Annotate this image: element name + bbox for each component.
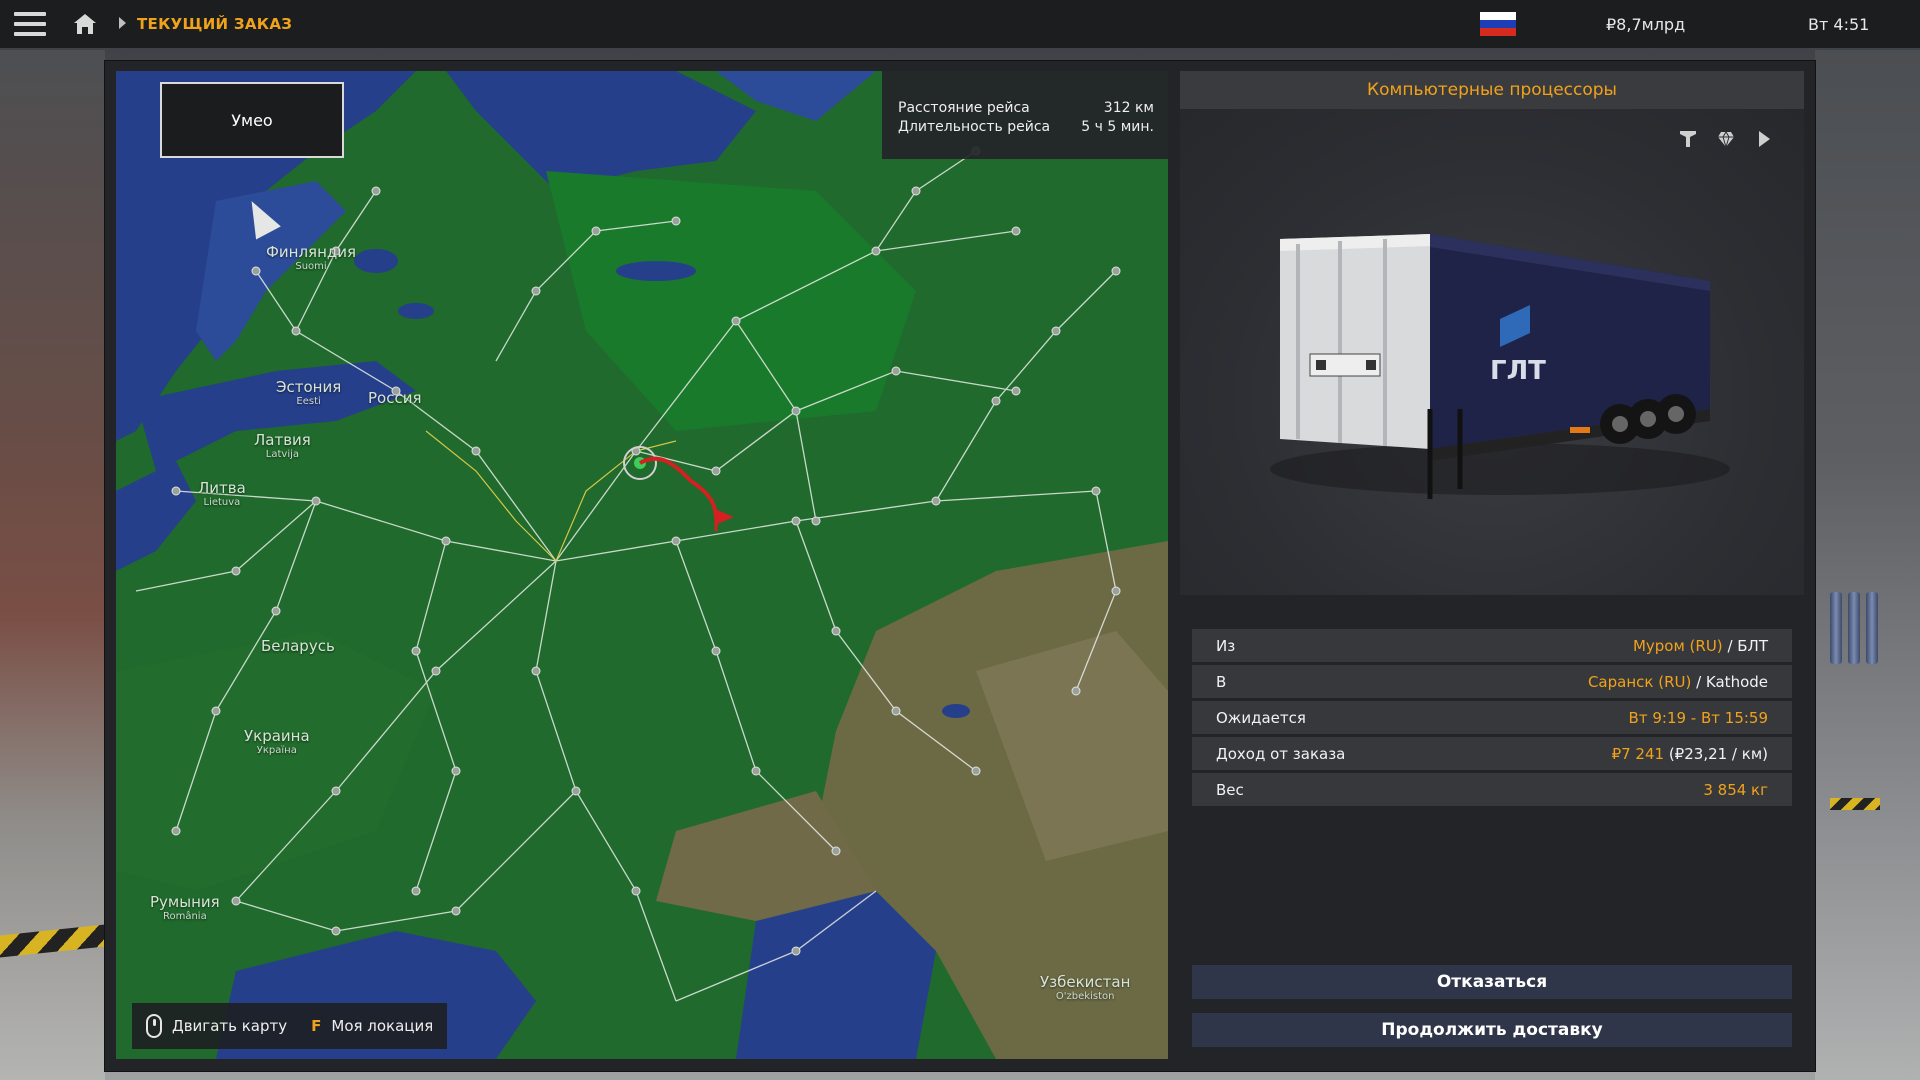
detail-value: ₽7 241 (₽23,21 / км) [1611, 744, 1768, 763]
map-label-russia: Россия [368, 389, 422, 407]
game-clock: Вт 4:51 [1808, 15, 1870, 34]
home-icon[interactable] [72, 12, 98, 36]
trip-info-panel: Расстояние рейса 312 км Длительность рейс… [882, 71, 1168, 159]
detail-value: Вт 9:19 - Вт 15:59 [1628, 708, 1768, 727]
detail-value: Саранск (RU) / Kathode [1587, 672, 1768, 691]
trailer-brand-text: ГЛТ [1490, 356, 1546, 386]
cancel-job-button[interactable]: Отказаться [1192, 965, 1792, 999]
detail-value: Муром (RU) / БЛТ [1632, 636, 1768, 655]
map-label-lithuania: Литва Lietuva [198, 479, 246, 508]
cargo-value-icon[interactable] [1716, 129, 1736, 149]
map-hints-bar: Двигать карту F Моя локация [132, 1003, 448, 1049]
gas-cylinder [1848, 592, 1860, 664]
job-details: Из Муром (RU) / БЛТ В Саранск (RU) / Kat… [1192, 629, 1792, 809]
trailer-model: ГЛТ [1270, 234, 1730, 499]
detail-label: В [1216, 672, 1227, 691]
map-label-belarus: Беларусь [261, 637, 335, 655]
map-label-ukraine: Украина Україна [244, 727, 310, 756]
detail-row-weight: Вес 3 854 кг [1192, 773, 1792, 806]
detail-row-income: Доход от заказа ₽7 241 (₽23,21 / км) [1192, 737, 1792, 770]
detail-label: Ожидается [1216, 708, 1306, 727]
detail-value: 3 854 кг [1703, 780, 1768, 799]
map-location-button[interactable]: Умео [160, 82, 344, 158]
route-map[interactable]: Финляндия Suomi Эстония Eesti Латвия Latvij… [116, 71, 1168, 1059]
move-map-hint[interactable]: Двигать карту [172, 1017, 287, 1035]
mouse-icon [146, 1014, 162, 1038]
trailer-type-icon[interactable] [1678, 129, 1698, 149]
play-icon[interactable] [1754, 129, 1774, 149]
garage-wall-right [1815, 50, 1920, 1080]
hazard-stripe [1830, 798, 1880, 810]
breadcrumb-arrow-icon [119, 17, 126, 29]
map-label-romania: Румыния România [150, 893, 220, 922]
detail-label: Вес [1216, 780, 1244, 799]
distance-value: 312 км [1103, 100, 1154, 116]
detail-row-expected: Ожидается Вт 9:19 - Вт 15:59 [1192, 701, 1792, 734]
detail-row-origin: Из Муром (RU) / БЛТ [1192, 629, 1792, 662]
key-f-hint: F [311, 1017, 322, 1035]
preview-controls [1678, 129, 1774, 149]
russia-flag-icon [1480, 12, 1516, 36]
detail-label: Доход от заказа [1216, 744, 1346, 763]
detail-row-destination: В Саранск (RU) / Kathode [1192, 665, 1792, 698]
top-bar: ТЕКУЩИЙ ЗАКАЗ ₽8,7млрд Вт 4:51 [0, 0, 1920, 48]
gas-cylinder [1866, 592, 1878, 664]
gas-cylinder [1830, 592, 1842, 664]
breadcrumb[interactable]: ТЕКУЩИЙ ЗАКАЗ [137, 15, 292, 33]
my-location-hint[interactable]: Моя локация [331, 1017, 433, 1035]
duration-label: Длительность рейса [898, 119, 1051, 135]
continue-delivery-button[interactable]: Продолжить доставку [1192, 1013, 1792, 1047]
duration-value: 5 ч 5 мин. [1081, 119, 1154, 135]
cargo-title: Компьютерные процессоры [1180, 71, 1804, 109]
menu-icon[interactable] [14, 12, 46, 36]
distance-label: Расстояние рейса [898, 100, 1030, 116]
map-label-estonia: Эстония Eesti [276, 378, 342, 407]
map-label-uzbekistan: Узбекистан O'zbekiston [1040, 973, 1131, 1002]
map-label-latvia: Латвия Latvija [254, 431, 311, 460]
money-balance: ₽8,7млрд [1606, 15, 1686, 34]
map-label-finland: Финляндия Suomi [266, 243, 357, 272]
trailer-preview[interactable]: ГЛТ [1180, 109, 1804, 595]
detail-label: Из [1216, 636, 1236, 655]
